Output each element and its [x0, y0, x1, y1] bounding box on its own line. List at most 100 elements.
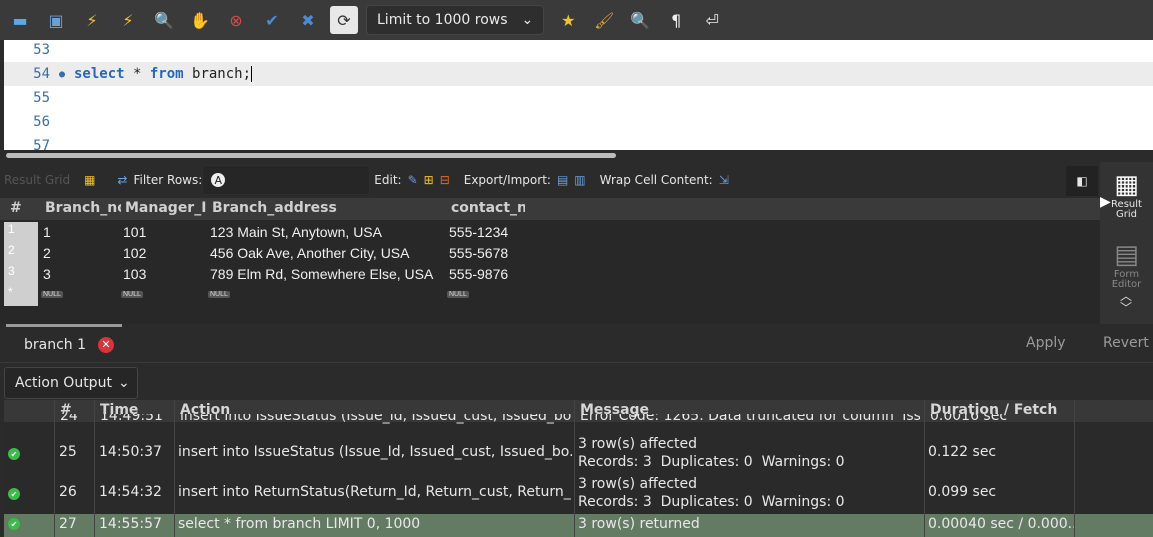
result-grid: # Branch_no Manager_Id Branch_address co…: [0, 198, 1100, 324]
grid-icon[interactable]: ▦: [84, 173, 95, 187]
form-editor-side-label: Form Editor: [1111, 269, 1142, 290]
scrollbar-thumb[interactable]: [6, 153, 616, 158]
sql-editor[interactable]: 53 54 ● select * from branch; 55 56 57: [0, 40, 1153, 150]
column-header[interactable]: Manager_Id: [125, 200, 207, 216]
wrap-icon[interactable]: ⏎: [698, 6, 726, 34]
chevron-down-icon: ⌄: [117, 375, 130, 391]
code-text: branch;: [183, 66, 252, 82]
success-icon: ✔: [8, 448, 20, 460]
output-action: select * from branch LIMIT 0, 1000: [178, 516, 421, 532]
export-icon[interactable]: ▤: [557, 173, 568, 187]
editor-horizontal-scrollbar[interactable]: [0, 150, 1153, 160]
editor-line-current[interactable]: 54 ● select * from branch;: [4, 62, 1153, 86]
cell[interactable]: 102: [123, 245, 146, 261]
scroll-arrows-icon[interactable]: ︿ ﹀: [1120, 290, 1132, 314]
output-row[interactable]: ✔ 25 14:50:37 insert into IssueStatus (I…: [4, 436, 1153, 474]
invisible-chars-icon[interactable]: ¶: [662, 6, 690, 34]
explain-icon[interactable]: 🔍: [150, 6, 178, 34]
column-header[interactable]: Branch_no: [45, 200, 121, 216]
cell[interactable]: 555-5678: [449, 245, 508, 261]
insert-row-icon[interactable]: ⊞: [424, 173, 434, 187]
column-header[interactable]: #: [10, 200, 40, 216]
result-grid-button[interactable]: ▦ Result Grid: [1100, 170, 1153, 220]
line-number: 53: [33, 42, 50, 58]
export-label: Export/Import:: [463, 173, 551, 187]
toggle-error-icon[interactable]: ⊗: [222, 6, 250, 34]
cell[interactable]: 103: [123, 266, 146, 282]
column-header[interactable]: contact_no: [451, 200, 525, 216]
stop-icon[interactable]: ✋: [186, 6, 214, 34]
folder-icon[interactable]: ▬: [6, 6, 34, 34]
refresh-icon[interactable]: ⇄: [117, 173, 127, 187]
bookmark-star-icon[interactable]: ★: [554, 6, 582, 34]
null-badge: NULL: [447, 291, 469, 298]
wrap-cell-icon[interactable]: ⇲: [719, 173, 729, 187]
table-row[interactable]: 3 3 103 789 Elm Rd, Somewhere Else, USA …: [0, 264, 1100, 285]
form-editor-button[interactable]: ▤ Form Editor: [1100, 240, 1153, 290]
line-number: 54: [33, 66, 50, 82]
execute-current-icon[interactable]: ⚡: [114, 6, 142, 34]
output-message: Error Code: 1265. Data truncated for col…: [580, 414, 920, 424]
filter-rows-input[interactable]: A: [202, 165, 371, 195]
save-icon[interactable]: ▣: [42, 6, 70, 34]
cell[interactable]: 101: [123, 224, 146, 240]
editor-line: 53: [4, 40, 1153, 62]
output-selector[interactable]: Action Output ⌄: [4, 367, 138, 399]
table-row[interactable]: 1 1 101 123 Main St, Anytown, USA 555-12…: [0, 222, 1100, 243]
null-badge: NULL: [41, 291, 63, 298]
line-number: 55: [33, 90, 50, 106]
output-row-selected[interactable]: ✔ 27 14:55:57 select * from branch LIMIT…: [4, 514, 1153, 537]
find-icon[interactable]: 🔍: [626, 6, 654, 34]
line-number: 57: [33, 138, 50, 150]
column-header[interactable]: Branch_address: [212, 200, 447, 216]
commit-icon[interactable]: ✔: [258, 6, 286, 34]
new-row[interactable]: * NULL NULL NULL NULL: [0, 285, 1100, 306]
null-badge: NULL: [208, 291, 230, 298]
chevron-down-icon: ⌄: [521, 12, 534, 28]
import-icon[interactable]: ▥: [574, 173, 585, 187]
column-divider: [1074, 400, 1075, 537]
beautify-icon[interactable]: 🖌: [590, 6, 618, 34]
execute-icon[interactable]: ⚡: [78, 6, 106, 34]
result-grid-side-label: Result Grid: [1111, 199, 1142, 220]
autocommit-icon[interactable]: ⟳: [330, 6, 358, 34]
row-number[interactable]: 1: [4, 222, 38, 243]
toggle-panel-button[interactable]: ◧: [1066, 166, 1098, 196]
cell[interactable]: 123 Main St, Anytown, USA: [210, 224, 382, 240]
sql-statement[interactable]: select * from branch;: [74, 66, 253, 82]
success-icon: ✔: [8, 488, 20, 500]
tab-branch-1[interactable]: branch 1 ✕: [6, 324, 122, 362]
edit-row-icon[interactable]: ✎: [408, 173, 418, 187]
filter-rows-group: ⇄ Filter Rows:: [117, 173, 202, 187]
output-time: 14:55:57: [99, 516, 162, 532]
table-row[interactable]: 2 2 102 456 Oak Ave, Another City, USA 5…: [0, 243, 1100, 264]
close-icon[interactable]: ✕: [98, 336, 115, 353]
apply-button[interactable]: Apply: [1026, 335, 1066, 351]
text-cursor: [251, 66, 253, 82]
limit-rows-select[interactable]: Limit to 1000 rows ⌄: [366, 5, 545, 35]
column-divider: [574, 400, 575, 537]
tab-label: branch 1: [24, 336, 87, 353]
cell[interactable]: 2: [43, 245, 51, 261]
keyword-select: select: [74, 66, 125, 82]
output-action: insert into ReturnStatus(Return_Id, Retu…: [178, 484, 572, 500]
search-icon: A: [211, 173, 226, 187]
cell[interactable]: 456 Oak Ave, Another City, USA: [210, 245, 409, 261]
cell[interactable]: 1: [43, 224, 51, 240]
cell[interactable]: 555-1234: [449, 224, 508, 240]
new-row-marker[interactable]: *: [4, 285, 38, 306]
cell[interactable]: 555-9876: [449, 266, 508, 282]
revert-button[interactable]: Revert: [1103, 335, 1149, 351]
row-number[interactable]: 2: [4, 243, 38, 264]
output-bar: Action Output ⌄: [0, 362, 1153, 400]
rollback-icon[interactable]: ✖: [294, 6, 322, 34]
output-duration: 0.122 sec: [928, 444, 997, 460]
output-row[interactable]: ✔ 26 14:54:32 insert into ReturnStatus(R…: [4, 476, 1153, 514]
cell[interactable]: 789 Elm Rd, Somewhere Else, USA: [210, 266, 433, 282]
delete-row-icon[interactable]: ⊟: [440, 173, 450, 187]
row-number[interactable]: 3: [4, 264, 38, 285]
output-message-line1: 3 row(s) affected: [578, 476, 698, 492]
output-row-partial[interactable]: 24 14:49:51 insert into IssueStatus (Iss…: [4, 414, 1153, 428]
cell[interactable]: 3: [43, 266, 51, 282]
null-badge: NULL: [121, 291, 143, 298]
